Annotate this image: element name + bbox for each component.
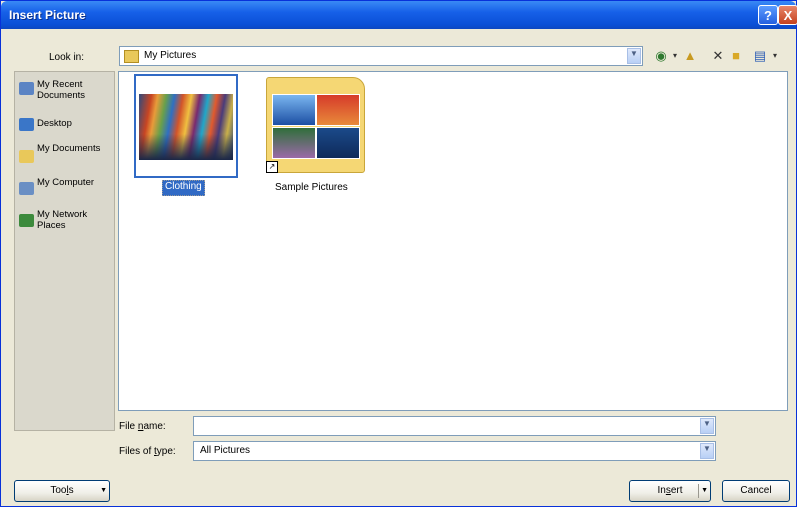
chevron-down-icon[interactable]: ▼ <box>627 48 641 64</box>
insert-options-arrow-icon[interactable]: ▼ <box>701 481 708 501</box>
sample-photo-3 <box>272 127 316 159</box>
file-item-clothing-thumbnail[interactable] <box>134 74 238 178</box>
file-name-field[interactable]: ▼ <box>193 416 716 436</box>
my-pictures-folder-icon <box>124 50 139 63</box>
close-button[interactable]: X <box>778 5 797 25</box>
place-label: My Computer <box>37 177 95 188</box>
file-item-sample-pictures-label[interactable]: Sample Pictures <box>275 182 348 193</box>
dropdown-arrow-icon: ▼ <box>100 487 107 494</box>
my-documents-icon <box>19 150 34 163</box>
sample-photo-4 <box>316 127 360 159</box>
places-my-computer[interactable]: My Computer <box>15 176 115 206</box>
place-label: Desktop <box>37 118 72 129</box>
clothing-image-shade <box>139 134 233 160</box>
up-folder-icon[interactable]: ▲ <box>681 47 699 65</box>
file-name-label: File name: <box>119 421 166 432</box>
my-computer-icon <box>19 182 34 195</box>
title-bar[interactable]: Insert Picture ? X <box>1 1 797 29</box>
chevron-down-icon[interactable]: ▼ <box>700 443 714 459</box>
places-my-recent-documents[interactable]: My Recent Documents <box>15 78 115 108</box>
look-in-dropdown[interactable]: My Pictures ▼ <box>119 46 643 66</box>
dialog-title: Insert Picture <box>9 8 86 22</box>
places-my-documents[interactable]: My Documents <box>15 142 115 172</box>
recent-documents-icon <box>19 82 34 95</box>
shortcut-arrow-icon: ↗ <box>266 161 278 173</box>
tools-button[interactable]: Tools ▼ <box>14 480 110 502</box>
places-my-network-places[interactable]: My Network Places <box>15 208 115 238</box>
insert-button[interactable]: Insert ▼ <box>629 480 711 502</box>
files-of-type-dropdown[interactable]: All Pictures ▼ <box>193 441 716 461</box>
chevron-down-icon[interactable]: ▼ <box>700 418 714 434</box>
insert-picture-dialog: Insert Picture ? X Look in: My Pictures … <box>0 0 797 507</box>
sample-photo-1 <box>272 94 316 126</box>
files-of-type-label: Files of type: <box>119 446 176 457</box>
network-places-icon <box>19 214 34 227</box>
desktop-icon <box>19 118 34 131</box>
delete-icon[interactable]: ✕ <box>709 47 727 65</box>
files-of-type-value: All Pictures <box>200 445 251 456</box>
place-label: My Network Places <box>37 209 88 231</box>
place-label: My Documents <box>37 143 101 154</box>
file-item-clothing-label[interactable]: Clothing <box>162 180 205 196</box>
views-dropdown-icon[interactable]: ▾ <box>766 47 784 65</box>
places-bar: My Recent Documents Desktop My Documents… <box>14 71 115 431</box>
places-desktop[interactable]: Desktop <box>15 114 115 144</box>
file-item-sample-pictures-thumbnail[interactable] <box>266 77 365 173</box>
look-in-label: Look in: <box>49 52 85 63</box>
cancel-button[interactable]: Cancel <box>722 480 790 502</box>
place-label: My Recent Documents <box>37 79 86 101</box>
look-in-value: My Pictures <box>144 50 197 61</box>
new-folder-icon[interactable]: ■ <box>727 47 745 65</box>
help-button[interactable]: ? <box>758 5 778 25</box>
split-divider <box>698 484 699 498</box>
sample-photo-2 <box>316 94 360 126</box>
